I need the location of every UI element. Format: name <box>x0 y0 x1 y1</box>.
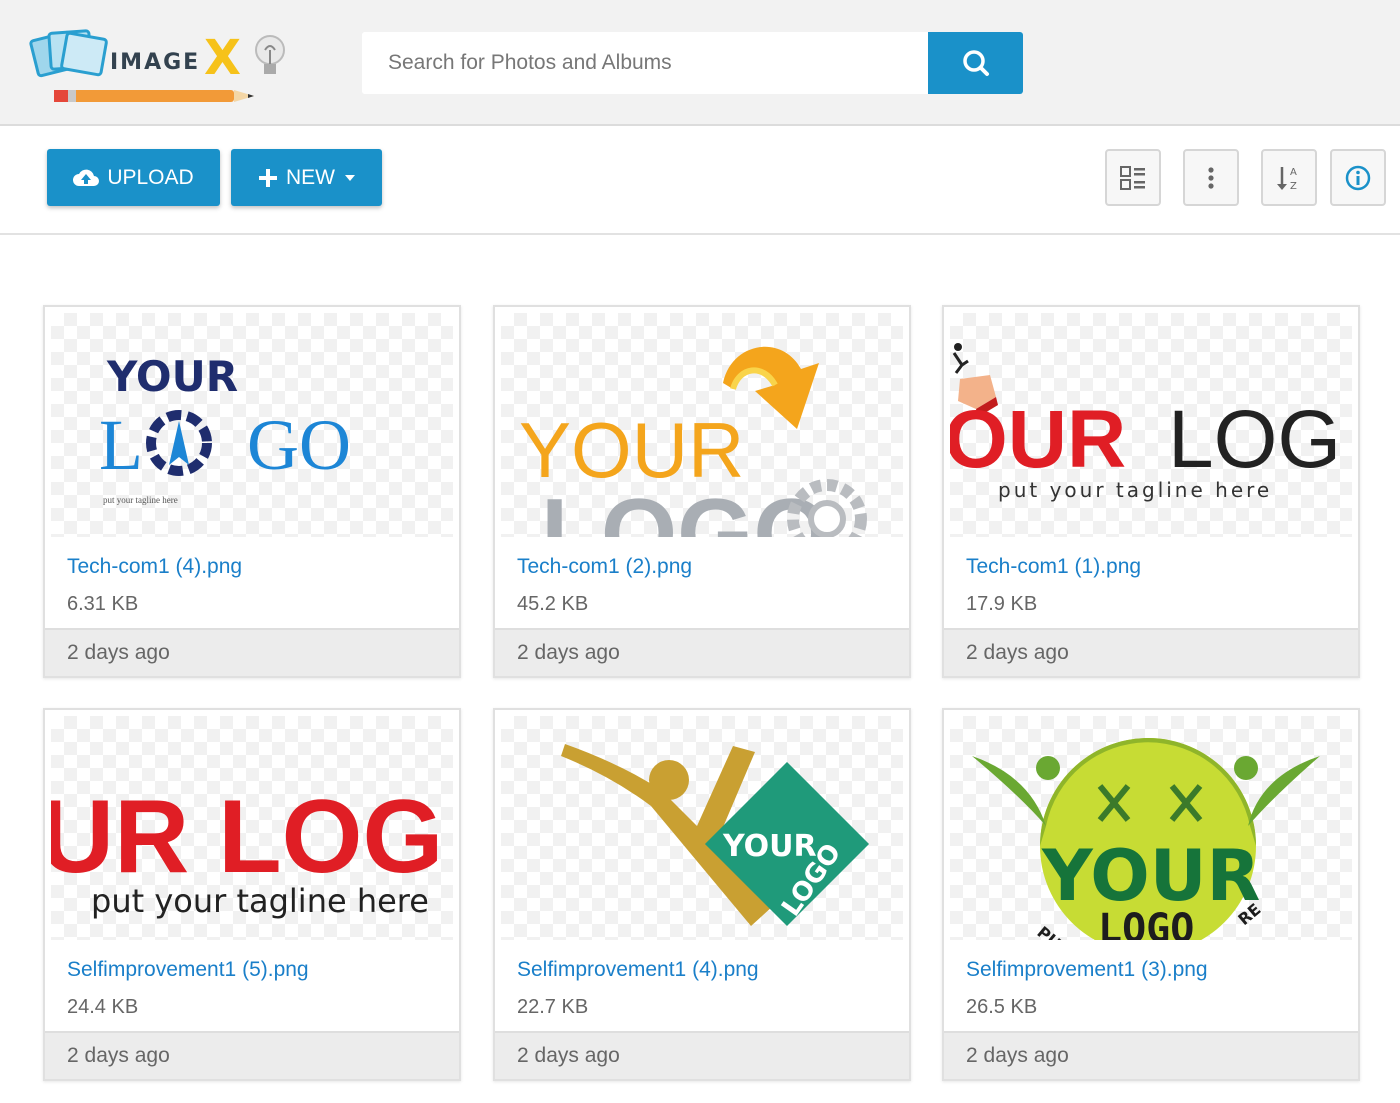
file-thumbnail[interactable]: OUR LOG put your tagline here <box>950 313 1352 537</box>
file-size: 26.5 KB <box>966 996 1038 1018</box>
new-label: NEW <box>286 165 335 189</box>
svg-text:L: L <box>99 405 143 485</box>
logo-text: IMAGE <box>110 50 201 75</box>
file-date: 2 days ago <box>45 1031 459 1079</box>
file-date: 2 days ago <box>495 628 909 676</box>
search-bar <box>362 32 1023 94</box>
grid-view-icon <box>1120 165 1145 190</box>
logo-preview-image: UR LOG put your tagline here <box>51 779 443 920</box>
cloud-upload-icon <box>73 169 100 186</box>
file-thumbnail[interactable]: YOUR L GO put your tagline here <box>51 313 453 537</box>
file-name-link[interactable]: Tech-com1 (4).png <box>67 555 242 579</box>
search-button[interactable] <box>928 32 1023 94</box>
file-name-link[interactable]: Selfimprovement1 (5).png <box>67 958 309 982</box>
file-card[interactable]: OUR LOG put your tagline here Tech-com1 … <box>942 305 1360 678</box>
plus-icon <box>259 168 277 187</box>
svg-text:A: A <box>1290 167 1297 178</box>
svg-text:YOUR: YOUR <box>106 352 238 401</box>
svg-text:LOGO: LOGO <box>541 478 830 537</box>
info-button[interactable] <box>1330 149 1386 206</box>
file-size: 45.2 KB <box>517 593 589 615</box>
file-thumbnail[interactable]: YOUR LOGO <box>501 313 903 537</box>
svg-text:put your tagline here: put your tagline here <box>103 495 178 505</box>
logo-preview-image: OUR LOG put your tagline here <box>950 343 1341 502</box>
more-options-button[interactable] <box>1183 149 1239 206</box>
sort-alpha-icon: A Z <box>1277 166 1297 192</box>
info-icon <box>1345 165 1371 190</box>
file-name-link[interactable]: Selfimprovement1 (3).png <box>966 958 1208 982</box>
app-logo[interactable]: IMAGE X <box>28 22 298 114</box>
svg-text:GO: GO <box>247 405 351 485</box>
chevron-down-icon <box>345 174 355 181</box>
svg-text:OUR: OUR <box>950 394 1126 485</box>
svg-text:put your tagline here: put your tagline here <box>91 882 429 920</box>
svg-text:LOG: LOG <box>1168 394 1341 485</box>
upload-label: UPLOAD <box>107 165 194 189</box>
search-icon <box>962 50 989 76</box>
svg-text:YOUR: YOUR <box>722 829 817 864</box>
svg-text:PU: PU <box>1033 923 1064 940</box>
logo-preview-image: YOUR LOGO <box>519 346 867 537</box>
svg-text:Z: Z <box>1290 181 1297 192</box>
file-date: 2 days ago <box>45 628 459 676</box>
toolbar: UPLOAD NEW A Z <box>0 126 1400 235</box>
file-thumbnail[interactable]: UR LOG put your tagline here <box>51 716 453 940</box>
logo-preview-image: YOUR L GO put your tagline here <box>99 352 351 505</box>
file-thumbnail[interactable]: YOUR LOGO <box>501 716 903 940</box>
app-header: IMAGE X <box>0 0 1400 126</box>
upload-button[interactable]: UPLOAD <box>47 149 220 206</box>
logo-x: X <box>204 30 242 86</box>
sort-button[interactable]: A Z <box>1261 149 1317 206</box>
file-size: 6.31 KB <box>67 593 139 615</box>
file-size: 22.7 KB <box>517 996 589 1018</box>
file-card[interactable]: YOUR LOGO PU RE Selfimprovement1 (3).png… <box>942 708 1360 1081</box>
file-date: 2 days ago <box>944 1031 1358 1079</box>
file-name-link[interactable]: Tech-com1 (2).png <box>517 555 692 579</box>
file-card[interactable]: YOUR LOGO Selfimprovement1 (4).png 22.7 … <box>493 708 911 1081</box>
svg-text:LOGO: LOGO <box>1098 906 1194 940</box>
svg-text:YOUR: YOUR <box>1041 835 1260 917</box>
grid-view-button[interactable] <box>1105 149 1161 206</box>
search-input[interactable] <box>362 32 928 94</box>
file-size: 17.9 KB <box>966 593 1038 615</box>
file-card[interactable]: YOUR LOGO Tech-com1 (2).png 45.2 KB 2 da… <box>493 305 911 678</box>
file-card[interactable]: UR LOG put your tagline here Selfimprove… <box>43 708 461 1081</box>
file-size: 24.4 KB <box>67 996 139 1018</box>
logo-preview-image: YOUR LOGO PU RE <box>972 738 1320 940</box>
new-button[interactable]: NEW <box>231 149 382 206</box>
more-options-icon <box>1208 166 1214 189</box>
file-thumbnail[interactable]: YOUR LOGO PU RE <box>950 716 1352 940</box>
svg-text:UR LOG: UR LOG <box>51 779 443 895</box>
file-name-link[interactable]: Selfimprovement1 (4).png <box>517 958 759 982</box>
file-card[interactable]: YOUR L GO put your tagline here Tech-com… <box>43 305 461 678</box>
logo-preview-image: YOUR LOGO <box>561 744 870 927</box>
svg-text:put your tagline here: put your tagline here <box>998 478 1272 502</box>
file-date: 2 days ago <box>495 1031 909 1079</box>
file-name-link[interactable]: Tech-com1 (1).png <box>966 555 1141 579</box>
file-date: 2 days ago <box>944 628 1358 676</box>
